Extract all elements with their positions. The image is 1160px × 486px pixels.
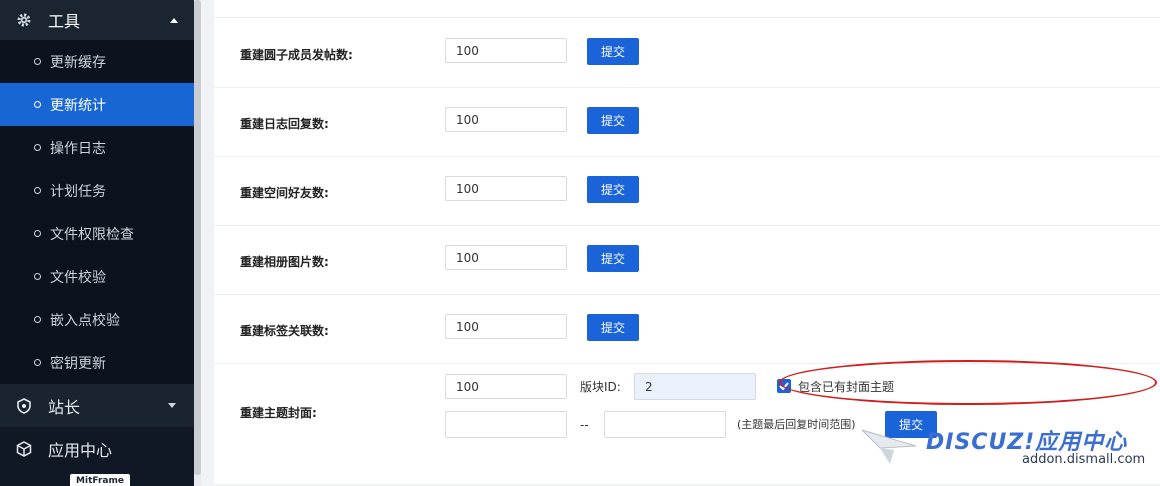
sidebar-item-label: 嵌入点校验 bbox=[50, 312, 120, 329]
bottom-logo: MitFrame bbox=[70, 474, 130, 486]
sidebar-item-key-update[interactable]: 密钥更新 bbox=[0, 341, 194, 384]
form-row-top bbox=[214, 0, 1160, 18]
sidebar-section-title: 工具 bbox=[48, 12, 81, 31]
sidebar-item-label: 更新统计 bbox=[50, 97, 106, 114]
circle-posts-input[interactable] bbox=[445, 38, 567, 63]
cover-count-input[interactable] bbox=[445, 374, 567, 399]
forum-id-label: 版块ID: bbox=[580, 380, 621, 394]
row-label: 重建主题封面: bbox=[240, 406, 317, 420]
sidebar-item-file-check[interactable]: 文件校验 bbox=[0, 255, 194, 298]
gear-icon bbox=[17, 13, 31, 27]
chevron-up-icon bbox=[170, 17, 178, 23]
circle-bullet-icon bbox=[34, 359, 41, 366]
highlight-oval bbox=[779, 360, 1157, 405]
submit-button[interactable]: 提交 bbox=[587, 107, 639, 134]
sidebar-group-app-center[interactable]: 应用中心 bbox=[0, 427, 194, 470]
sidebar-item-update-stats[interactable]: 更新统计 bbox=[0, 83, 194, 126]
sidebar-group-webmaster[interactable]: 站长 bbox=[0, 384, 194, 427]
form-row-circle-posts: 重建圆子成员发帖数: 提交 bbox=[214, 18, 1160, 88]
forum-id-input[interactable] bbox=[634, 373, 756, 400]
cube-icon bbox=[16, 440, 32, 457]
submit-button[interactable]: 提交 bbox=[587, 245, 639, 272]
submit-button[interactable]: 提交 bbox=[587, 176, 639, 203]
circle-bullet-icon bbox=[34, 230, 41, 237]
paper-plane-icon bbox=[861, 429, 917, 464]
range-start-input[interactable] bbox=[445, 411, 567, 438]
circle-bullet-icon bbox=[34, 316, 41, 323]
row-label: 重建相册图片数: bbox=[240, 255, 329, 269]
space-friends-input[interactable] bbox=[445, 176, 567, 201]
submit-button[interactable]: 提交 bbox=[587, 38, 639, 65]
row-label: 重建日志回复数: bbox=[240, 117, 329, 131]
submit-button[interactable]: 提交 bbox=[587, 314, 639, 341]
sidebar-item-hook-check[interactable]: 嵌入点校验 bbox=[0, 298, 194, 341]
sidebar-sub-list: 更新缓存 更新统计 操作日志 计划任务 文件权限检查 文件校验 嵌入点校验 密钥… bbox=[0, 40, 194, 384]
sidebar-group-label: 应用中心 bbox=[48, 440, 113, 460]
row-label: 重建空间好友数: bbox=[240, 186, 329, 200]
sidebar-item-update-cache[interactable]: 更新缓存 bbox=[0, 40, 194, 83]
sidebar-item-label: 文件权限检查 bbox=[50, 226, 134, 243]
circle-bullet-icon bbox=[34, 187, 41, 194]
form-row-blog-replies: 重建日志回复数: 提交 bbox=[214, 87, 1160, 157]
range-separator: -- bbox=[580, 418, 589, 432]
watermark-url: addon.dismall.com bbox=[1022, 452, 1146, 467]
album-pictures-input[interactable] bbox=[445, 245, 567, 270]
blog-replies-input[interactable] bbox=[445, 107, 567, 132]
sidebar-section-tools[interactable]: 工具 bbox=[0, 0, 194, 40]
sidebar-item-operation-log[interactable]: 操作日志 bbox=[0, 126, 194, 169]
chevron-down-icon bbox=[168, 403, 176, 408]
range-hint: (主题最后回复时间范围) bbox=[737, 418, 856, 431]
sidebar-item-label: 计划任务 bbox=[50, 183, 106, 200]
shield-icon bbox=[17, 397, 31, 414]
tag-relations-input[interactable] bbox=[445, 314, 567, 339]
sidebar: 工具 更新缓存 更新统计 操作日志 计划任务 文件权限检查 文件校验 嵌入点校验… bbox=[0, 0, 194, 486]
sidebar-item-label: 操作日志 bbox=[50, 140, 106, 157]
sidebar-group-label: 站长 bbox=[48, 397, 81, 417]
row-label: 重建圆子成员发帖数: bbox=[240, 48, 353, 62]
sidebar-item-file-permission-check[interactable]: 文件权限检查 bbox=[0, 212, 194, 255]
sidebar-scrollbar-thumb[interactable] bbox=[194, 0, 201, 475]
circle-bullet-icon bbox=[34, 273, 41, 280]
main-panel: 重建圆子成员发帖数: 提交 重建日志回复数: 提交 重建空间好友数: 提交 重建… bbox=[214, 0, 1160, 484]
row-label: 重建标签关联数: bbox=[240, 324, 329, 338]
form-row-tag-relations: 重建标签关联数: 提交 bbox=[214, 294, 1160, 364]
sidebar-item-label: 密钥更新 bbox=[50, 355, 106, 372]
sidebar-item-label: 文件校验 bbox=[50, 269, 106, 286]
range-end-input[interactable] bbox=[604, 411, 726, 438]
sidebar-item-scheduled-tasks[interactable]: 计划任务 bbox=[0, 169, 194, 212]
circle-bullet-icon bbox=[34, 58, 41, 65]
form-row-space-friends: 重建空间好友数: 提交 bbox=[214, 156, 1160, 226]
circle-bullet-icon bbox=[34, 144, 41, 151]
form-row-album-pictures: 重建相册图片数: 提交 bbox=[214, 225, 1160, 295]
watermark: DISCUZ!应用中心 addon.dismall.com bbox=[860, 420, 1150, 470]
circle-bullet-icon bbox=[34, 101, 41, 108]
sidebar-item-label: 更新缓存 bbox=[50, 54, 106, 71]
